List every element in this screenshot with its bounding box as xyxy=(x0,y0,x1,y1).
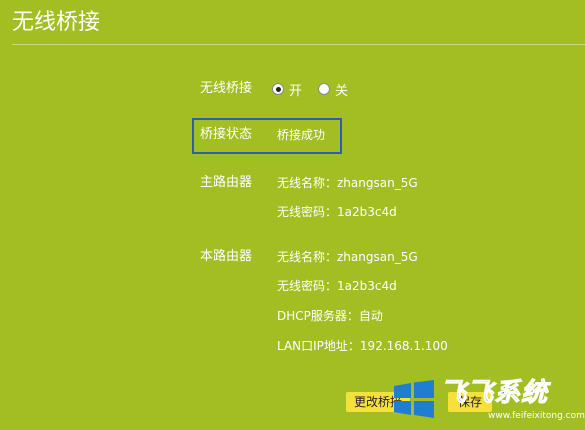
radio-off-button[interactable] xyxy=(318,83,331,95)
this-router-dhcp: DHCP服务器：自动 xyxy=(277,309,383,323)
main-router-password: 无线密码：1a2b3c4d xyxy=(277,205,397,219)
bridge-on-option[interactable]: 开 xyxy=(272,80,302,99)
radio-off-label: 关 xyxy=(335,83,349,99)
main-router-label: 主路由器 xyxy=(200,175,253,190)
this-router-lan-ip: LAN口IP地址：192.168.1.100 xyxy=(277,339,448,353)
this-router-label: 本路由器 xyxy=(200,249,253,264)
this-router-password: 无线密码：1a2b3c4d xyxy=(277,279,397,293)
radio-on-label: 开 xyxy=(289,83,303,99)
main-router-ssid: 无线名称：zhangsan_5G xyxy=(277,176,418,190)
bridge-label: 无线桥接 xyxy=(200,81,253,96)
bridge-off-option[interactable]: 关 xyxy=(318,80,348,99)
this-router-ssid: 无线名称：zhangsan_5G xyxy=(277,250,418,264)
status-label: 桥接状态 xyxy=(200,127,253,142)
change-bridge-button[interactable]: 更改桥接 xyxy=(346,392,410,412)
watermark-url: www.feifeixitong.com xyxy=(488,411,585,421)
radio-on-button[interactable] xyxy=(272,83,284,95)
page-title: 无线桥接 xyxy=(12,10,101,35)
save-button[interactable]: 保存 xyxy=(448,392,492,412)
status-value: 桥接成功 xyxy=(277,128,326,142)
bridge-radio-group: 开 关 xyxy=(272,80,348,99)
title-divider xyxy=(12,44,585,45)
